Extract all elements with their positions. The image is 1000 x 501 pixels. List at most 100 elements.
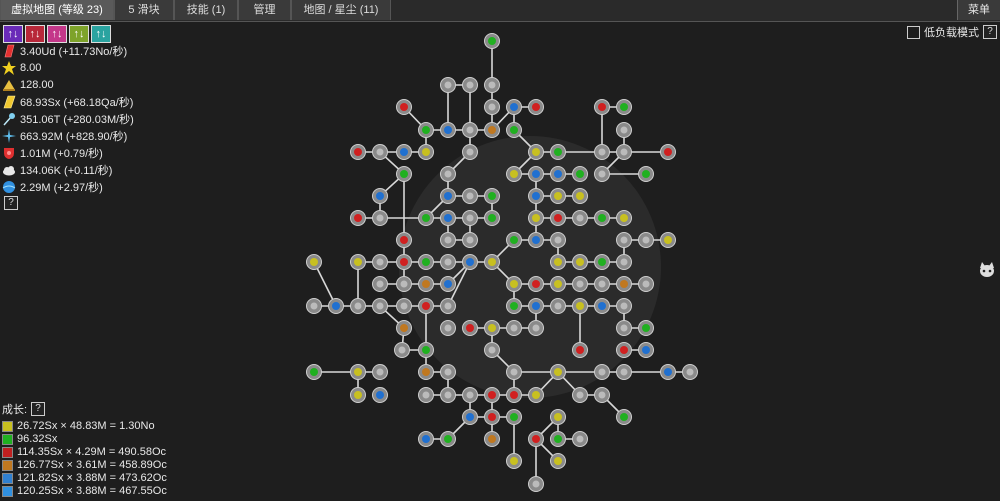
map-node[interactable] — [616, 409, 632, 425]
map-node[interactable] — [394, 342, 410, 358]
swatch-teal[interactable]: ↑↓ — [91, 25, 111, 43]
map-node[interactable] — [372, 276, 388, 292]
map-node[interactable] — [682, 364, 698, 380]
map-node[interactable] — [528, 99, 544, 115]
swatch-pink[interactable]: ↑↓ — [47, 25, 67, 43]
swatch-purple[interactable]: ↑↓ — [3, 25, 23, 43]
map-node[interactable] — [372, 387, 388, 403]
map-node[interactable] — [462, 188, 478, 204]
map-node[interactable] — [550, 453, 566, 469]
map-node[interactable] — [462, 320, 478, 336]
map-node[interactable] — [396, 298, 412, 314]
map-node[interactable] — [462, 77, 478, 93]
map-node[interactable] — [638, 320, 654, 336]
map-node[interactable] — [550, 210, 566, 226]
map-node[interactable] — [594, 364, 610, 380]
map-node[interactable] — [440, 77, 456, 93]
map-node[interactable] — [528, 320, 544, 336]
map-node[interactable] — [484, 122, 500, 138]
low-load-help-button[interactable]: ? — [983, 25, 997, 39]
map-node[interactable] — [506, 122, 522, 138]
map-node[interactable] — [328, 298, 344, 314]
map-node[interactable] — [572, 188, 588, 204]
map-node[interactable] — [484, 342, 500, 358]
menu-button[interactable]: 菜单 — [957, 0, 1000, 20]
map-node[interactable] — [506, 99, 522, 115]
map-node[interactable] — [506, 232, 522, 248]
map-node[interactable] — [350, 254, 366, 270]
map-node[interactable] — [396, 99, 412, 115]
map-node[interactable] — [418, 122, 434, 138]
map-node[interactable] — [484, 254, 500, 270]
map-node[interactable] — [484, 320, 500, 336]
map-node[interactable] — [418, 364, 434, 380]
map-node[interactable] — [506, 364, 522, 380]
low-load-checkbox[interactable] — [907, 25, 920, 39]
map-node[interactable] — [550, 276, 566, 292]
map-node[interactable] — [440, 276, 456, 292]
swatch-green[interactable]: ↑↓ — [69, 25, 89, 43]
map-node[interactable] — [572, 387, 588, 403]
map-node[interactable] — [462, 387, 478, 403]
map-node[interactable] — [462, 409, 478, 425]
tab-virtual-map[interactable]: 虚拟地图 (等级 23) — [0, 0, 114, 20]
map-node[interactable] — [550, 298, 566, 314]
tab-map-stardust[interactable]: 地图 / 星尘 (11) — [291, 0, 391, 20]
map-node[interactable] — [528, 144, 544, 160]
map-node[interactable] — [528, 298, 544, 314]
resource-help-button[interactable]: ? — [4, 196, 18, 210]
map-node[interactable] — [616, 364, 632, 380]
map-node[interactable] — [594, 387, 610, 403]
map-node[interactable] — [550, 254, 566, 270]
map-node[interactable] — [484, 188, 500, 204]
map-node[interactable] — [616, 342, 632, 358]
map-node[interactable] — [572, 342, 588, 358]
map-node[interactable] — [550, 364, 566, 380]
map-node[interactable] — [528, 276, 544, 292]
map-node[interactable] — [396, 144, 412, 160]
map-node[interactable] — [418, 276, 434, 292]
map-node[interactable] — [440, 122, 456, 138]
map-node[interactable] — [484, 409, 500, 425]
map-node[interactable] — [372, 210, 388, 226]
map-node[interactable] — [306, 364, 322, 380]
map-node[interactable] — [616, 99, 632, 115]
map-node[interactable] — [440, 431, 456, 447]
map-node[interactable] — [440, 298, 456, 314]
map-node[interactable] — [572, 431, 588, 447]
map-node[interactable] — [594, 254, 610, 270]
map-node[interactable] — [440, 320, 456, 336]
map-node[interactable] — [396, 166, 412, 182]
map-node[interactable] — [350, 210, 366, 226]
map-node[interactable] — [350, 298, 366, 314]
map-node[interactable] — [306, 298, 322, 314]
map-node[interactable] — [418, 387, 434, 403]
map-node[interactable] — [440, 210, 456, 226]
map-node[interactable] — [418, 144, 434, 160]
map-node[interactable] — [550, 188, 566, 204]
map-node[interactable] — [550, 409, 566, 425]
map-node[interactable] — [616, 210, 632, 226]
map-node[interactable] — [396, 276, 412, 292]
map-node[interactable] — [594, 99, 610, 115]
map-node[interactable] — [660, 364, 676, 380]
map-node[interactable] — [638, 166, 654, 182]
map-node[interactable] — [660, 232, 676, 248]
map-node[interactable] — [418, 254, 434, 270]
map-node[interactable] — [638, 342, 654, 358]
map-node[interactable] — [616, 254, 632, 270]
map-node[interactable] — [506, 453, 522, 469]
map-node[interactable] — [418, 210, 434, 226]
map-node[interactable] — [506, 409, 522, 425]
map-node[interactable] — [484, 99, 500, 115]
map-node[interactable] — [372, 364, 388, 380]
map-node[interactable] — [418, 298, 434, 314]
map-node[interactable] — [572, 276, 588, 292]
map-node[interactable] — [506, 387, 522, 403]
map-node[interactable] — [462, 232, 478, 248]
map-node[interactable] — [440, 364, 456, 380]
map-node[interactable] — [616, 320, 632, 336]
map-node[interactable] — [440, 254, 456, 270]
map-node[interactable] — [396, 320, 412, 336]
map-node[interactable] — [616, 232, 632, 248]
